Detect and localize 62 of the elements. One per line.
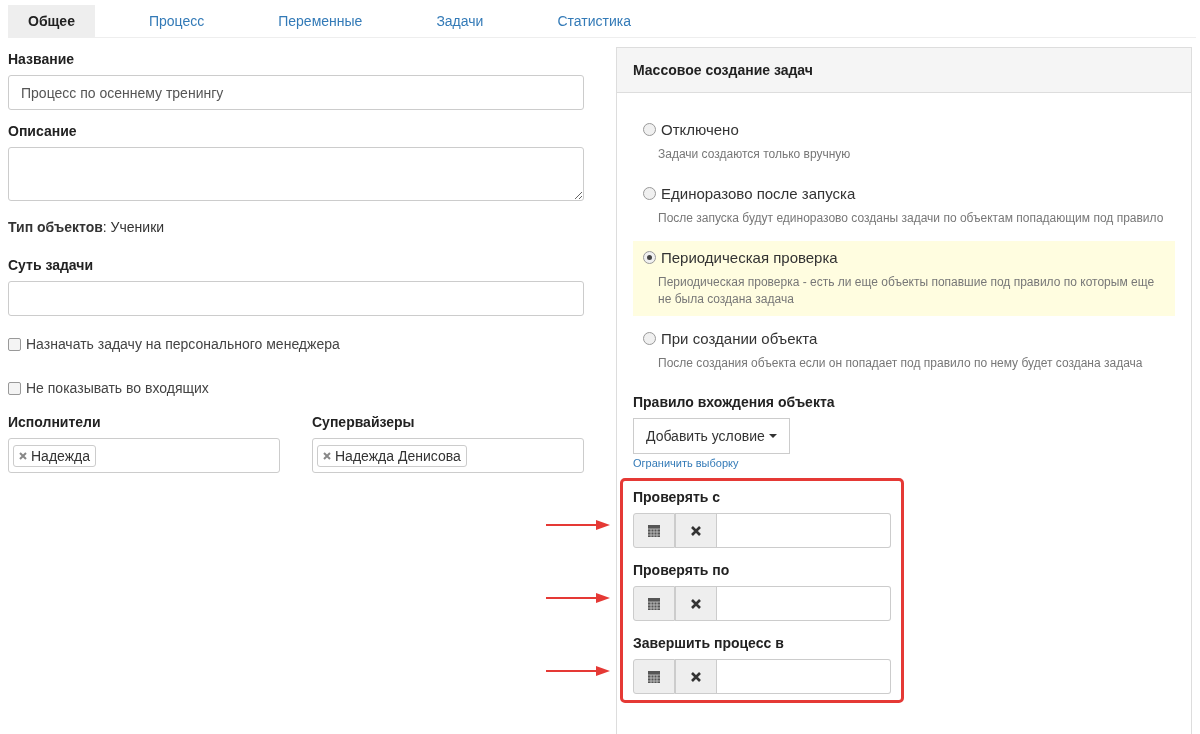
- calendar-icon: [647, 669, 661, 684]
- tag-text: Надежда Денисова: [335, 447, 461, 464]
- date-input-field[interactable]: [717, 586, 891, 621]
- date-input-field[interactable]: [717, 659, 891, 694]
- field-label: Проверять по: [633, 562, 731, 578]
- field-label: Название: [8, 51, 76, 67]
- object-type-text: Тип объектов: Ученики: [8, 219, 166, 235]
- field-label: Описание: [8, 123, 78, 139]
- clear-button[interactable]: [675, 513, 717, 548]
- calendar-button[interactable]: [633, 586, 675, 621]
- radio-button[interactable]: [643, 251, 656, 264]
- panel-header: Массовое создание задач: [617, 48, 1191, 93]
- clear-button[interactable]: [675, 659, 717, 694]
- task-essence-input-field[interactable]: [8, 281, 584, 316]
- field-label: Супервайзеры: [312, 414, 416, 430]
- checkbox-label: Не показывать во входящих: [26, 380, 209, 396]
- close-icon: [690, 670, 702, 683]
- field-label: Исполнители: [8, 414, 102, 430]
- field-label: Суть задачи: [8, 257, 95, 273]
- checkbox[interactable]: [8, 381, 21, 395]
- checkbox[interactable]: [8, 337, 21, 351]
- tab[interactable]: Переменные: [258, 5, 383, 37]
- remove-icon[interactable]: [19, 451, 27, 460]
- tab[interactable]: Общее: [8, 5, 95, 37]
- tag-text: Надежда: [31, 447, 90, 464]
- caret-icon: [768, 434, 777, 438]
- tag-input-field[interactable]: Надежда: [8, 438, 280, 473]
- radio-button[interactable]: [643, 123, 656, 136]
- radio-button[interactable]: [643, 187, 656, 200]
- field-label: Завершить процесс в: [633, 635, 785, 651]
- tab[interactable]: Задачи: [416, 5, 504, 37]
- option-label: Периодическая проверка: [661, 249, 838, 266]
- option-description: После запуска будут единоразово созданы задачи по объектам попадающим под правило: [658, 210, 1165, 227]
- calendar-button[interactable]: [633, 659, 675, 694]
- arrow-icon: [546, 592, 610, 604]
- option-label: Единоразово после запуска: [661, 185, 856, 202]
- option-description: Задачи создаются только вручную: [658, 146, 852, 163]
- field-label: Проверять с: [633, 489, 722, 505]
- date-input-field[interactable]: [717, 513, 891, 548]
- description-textarea[interactable]: [8, 147, 584, 201]
- calendar-icon: [647, 596, 661, 611]
- close-icon: [690, 597, 702, 610]
- name-input-field[interactable]: Процесс по осеннему тренингу: [8, 75, 584, 110]
- calendar-button[interactable]: [633, 513, 675, 548]
- option-description: Периодическая проверка - есть ли еще объекты попавшие под правило по которым еще не была создана задача: [658, 274, 1156, 308]
- arrow-icon: [546, 665, 610, 677]
- option-label: Отключено: [661, 121, 739, 138]
- tag-input-field[interactable]: Надежда Денисова: [312, 438, 584, 473]
- limit-link[interactable]: Ограничить выборку: [633, 457, 739, 469]
- calendar-icon: [647, 523, 661, 538]
- clear-button[interactable]: [675, 586, 717, 621]
- radio-button[interactable]: [643, 332, 656, 345]
- field-label: Правило вхождения объекта: [633, 394, 836, 410]
- remove-icon[interactable]: [323, 451, 331, 460]
- close-icon: [690, 524, 702, 537]
- tab[interactable]: Статистика: [537, 5, 651, 37]
- arrow-icon: [546, 519, 610, 531]
- option-description: После создания объекта если он попадает под правило по нему будет создана задача: [658, 355, 1144, 372]
- option-label: При создании объекта: [661, 330, 818, 347]
- checkbox-label: Назначать задачу на персонального менеджера: [26, 336, 340, 352]
- add-condition-button[interactable]: Добавить условие: [633, 418, 790, 454]
- tab[interactable]: Процесс: [128, 5, 225, 37]
